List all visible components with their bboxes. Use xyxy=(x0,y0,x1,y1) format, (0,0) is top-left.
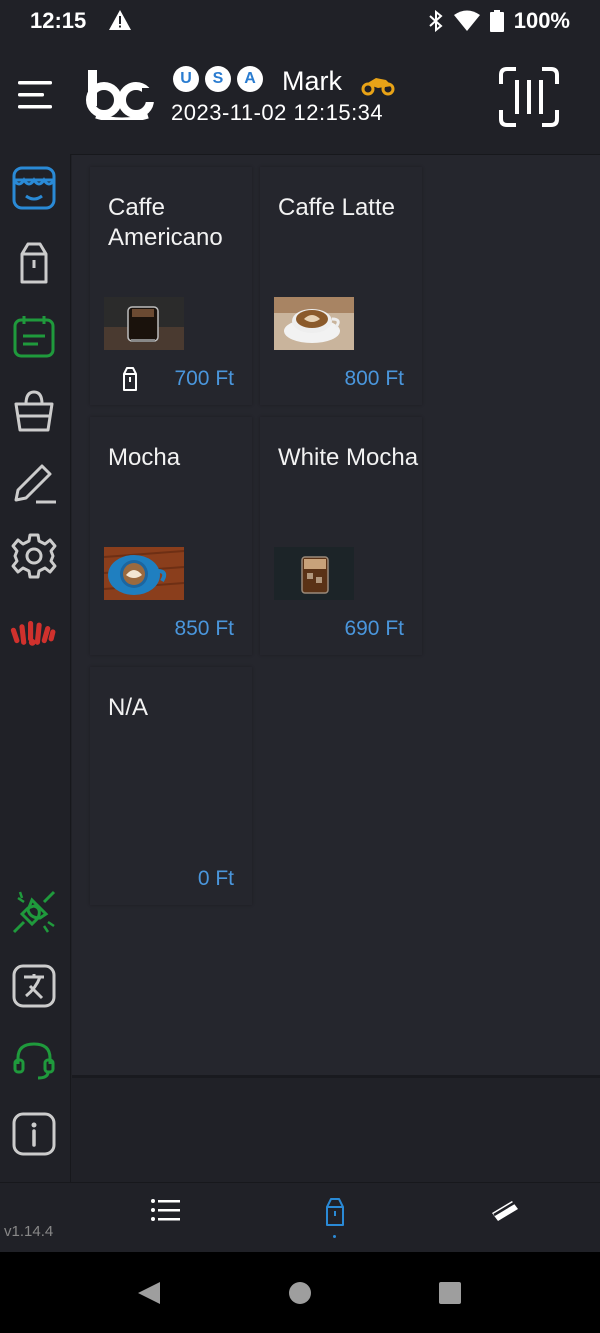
connection-plug-icon[interactable] xyxy=(10,888,58,936)
region-letter: S xyxy=(205,66,231,92)
region-badge: U S A xyxy=(173,66,263,92)
iced-coffee-photo xyxy=(104,297,184,350)
product-price: 700 Ft xyxy=(174,367,234,390)
product-name: N/A xyxy=(108,694,149,721)
region-letter: A xyxy=(237,66,263,92)
product-name: Caffe Latte xyxy=(278,194,395,221)
back-icon[interactable] xyxy=(136,1280,162,1306)
product-card[interactable]: White Mocha 690 Ft xyxy=(260,417,422,655)
product-name: White Mocha xyxy=(278,444,419,471)
product-card[interactable]: Caffe Latte 800 Ft xyxy=(260,167,422,405)
support-headset-icon[interactable] xyxy=(10,1036,58,1084)
battery-icon xyxy=(489,10,504,32)
battery-level: 100% xyxy=(513,8,570,33)
info-icon[interactable] xyxy=(10,1110,58,1158)
status-bar: 12:15 100% xyxy=(0,0,600,44)
card-icon[interactable] xyxy=(490,1199,520,1223)
system-navigation-bar xyxy=(0,1252,600,1333)
product-card[interactable]: N/A 0 Ft xyxy=(90,667,252,905)
product-card[interactable]: Caffe Americano 700 Ft xyxy=(90,167,252,405)
wifi-icon xyxy=(453,10,480,31)
takeaway-icon xyxy=(123,367,137,391)
list-icon[interactable] xyxy=(150,1197,180,1223)
product-grid: Caffe Americano 700 Ft Caffe Latte 800 F… xyxy=(72,155,600,1075)
blue-cup-latte-photo xyxy=(104,547,184,600)
shopping-basket-icon[interactable] xyxy=(10,386,58,434)
product-price: 800 Ft xyxy=(344,367,404,390)
app-header: U S A Mark 2023-11-02 12:15:34 xyxy=(0,44,600,155)
bluetooth-icon xyxy=(429,10,443,32)
warning-icon xyxy=(109,10,131,30)
home-icon[interactable] xyxy=(288,1281,312,1305)
app-version: v1.14.4 xyxy=(4,1223,54,1240)
edit-pencil-icon[interactable] xyxy=(10,458,58,506)
bottom-navigation: v1.14.4 xyxy=(0,1182,600,1253)
user-name: Mark xyxy=(282,66,342,96)
product-price: 0 Ft xyxy=(197,867,234,890)
product-card[interactable]: Mocha 850 Ft xyxy=(90,417,252,655)
active-tab-indicator xyxy=(333,1235,336,1238)
brand-logo-icon xyxy=(86,70,156,120)
sidebar xyxy=(0,154,71,1182)
translate-icon[interactable] xyxy=(10,962,58,1010)
current-datetime: 2023-11-02 12:15:34 xyxy=(171,100,384,125)
menu-icon[interactable] xyxy=(16,78,54,112)
product-name: Caffe Americano xyxy=(108,194,223,251)
clock: 12:15 xyxy=(30,8,87,33)
courier-badge-icon xyxy=(361,78,395,96)
takeaway-bag-icon[interactable] xyxy=(322,1197,348,1227)
recents-icon[interactable] xyxy=(438,1281,462,1305)
product-name: Mocha xyxy=(108,444,181,471)
latte-art-photo xyxy=(274,297,354,350)
product-price: 850 Ft xyxy=(174,617,234,640)
calendar-list-icon[interactable] xyxy=(10,312,58,360)
product-price: 690 Ft xyxy=(344,617,404,640)
takeaway-bag-icon[interactable] xyxy=(10,238,58,286)
settings-gear-icon[interactable] xyxy=(10,532,58,580)
barcode-scanner-icon[interactable] xyxy=(498,66,560,128)
store-icon[interactable] xyxy=(10,164,58,212)
order-summary-area xyxy=(72,1075,600,1185)
iced-mocha-photo xyxy=(274,547,354,600)
brand-logo-icon[interactable] xyxy=(10,608,58,656)
region-letter: U xyxy=(173,66,199,92)
